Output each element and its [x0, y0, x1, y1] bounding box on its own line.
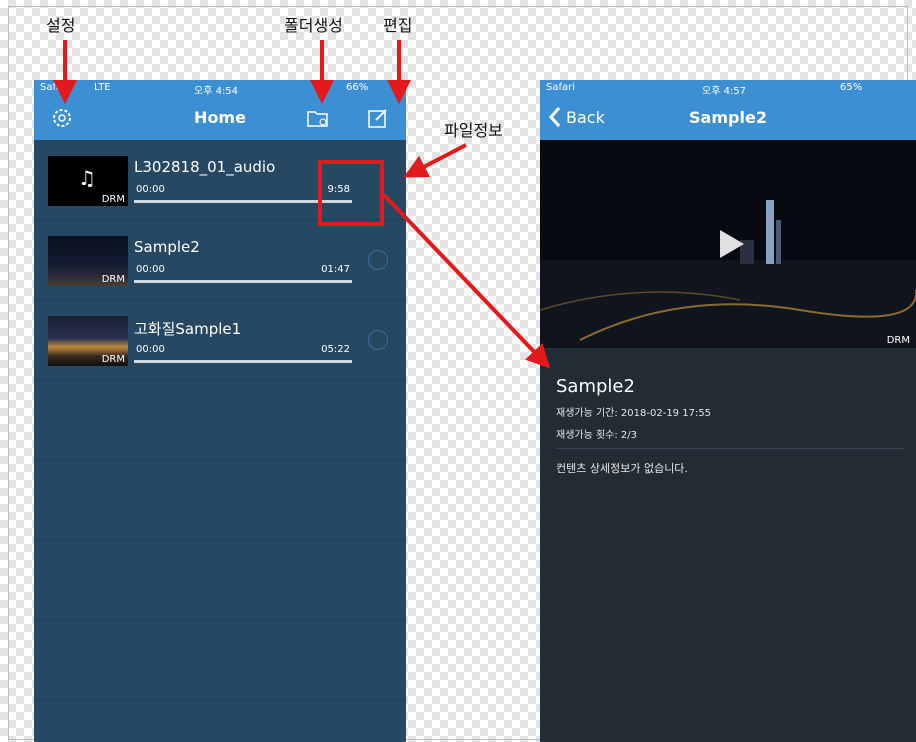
annotation-arrows	[53, 40, 551, 369]
arrow-to-detail	[382, 193, 551, 369]
arrow-file-info	[403, 143, 467, 178]
